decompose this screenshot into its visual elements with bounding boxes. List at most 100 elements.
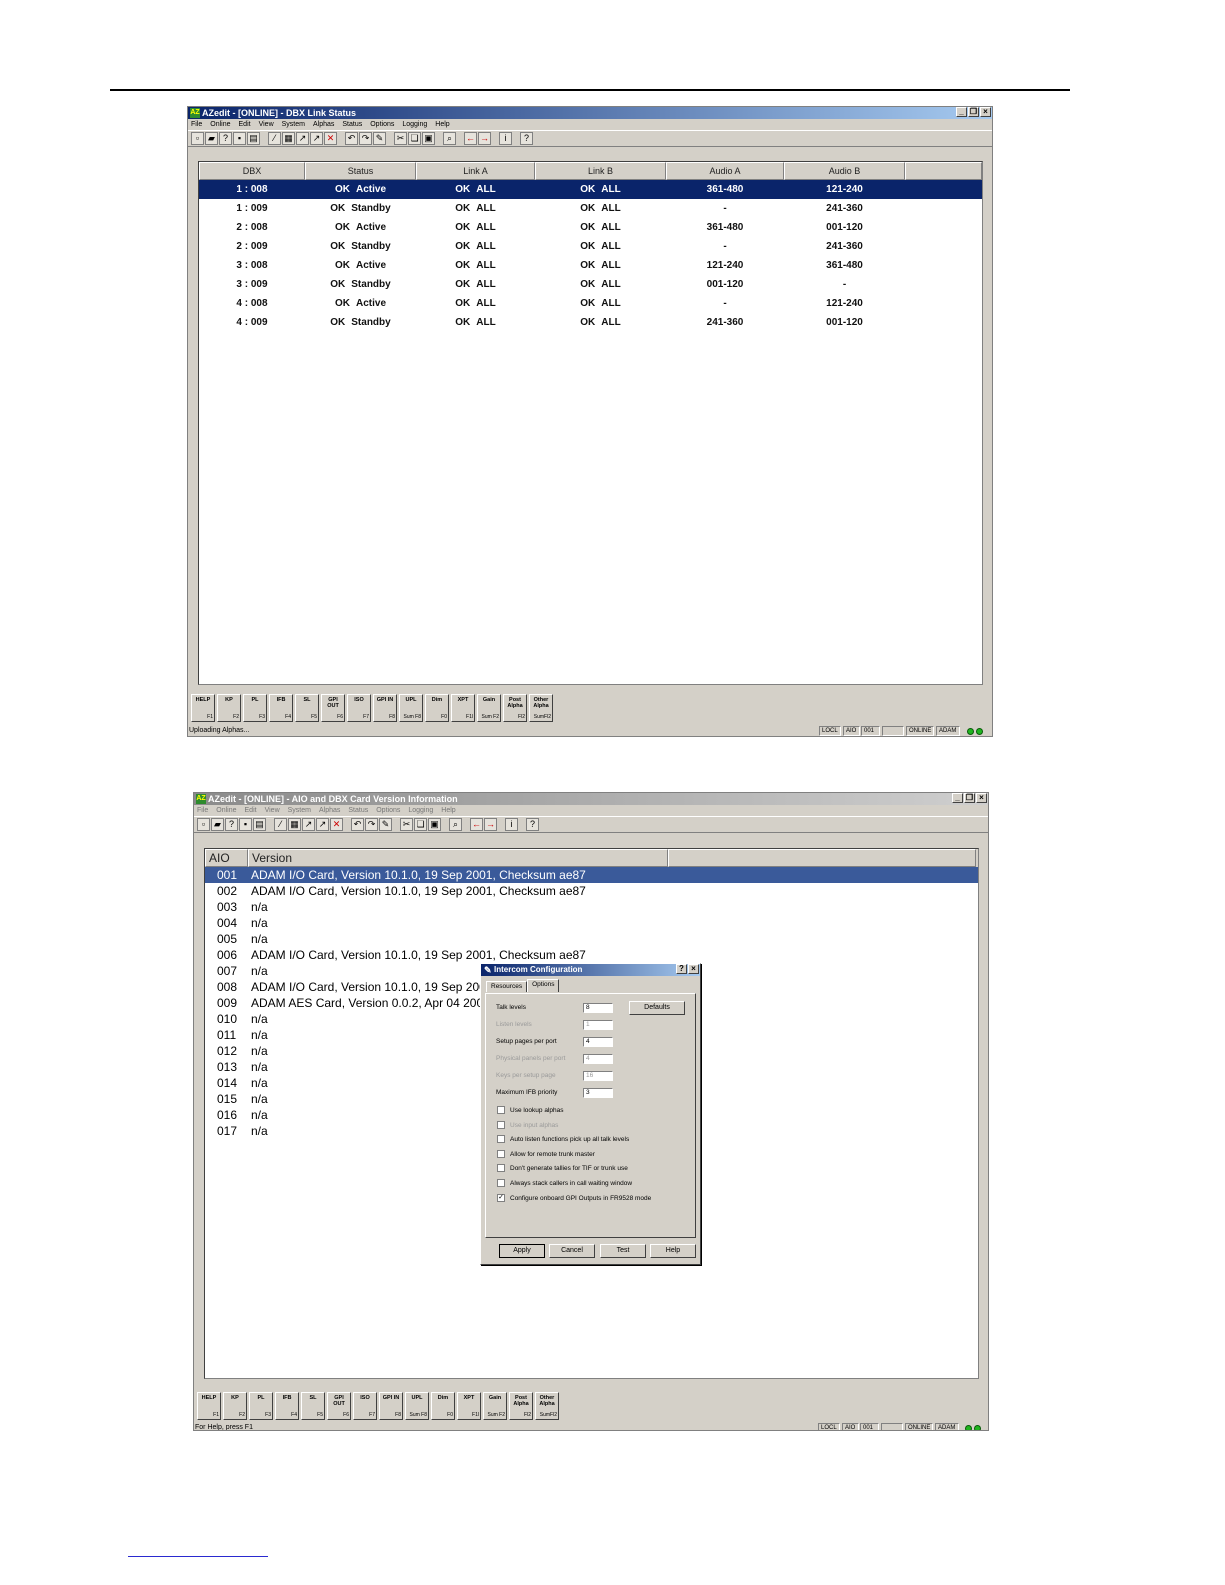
copy-icon[interactable]: ❏ [408,132,421,145]
save-icon[interactable]: ▪ [239,818,252,831]
function-key-button[interactable]: SL F5 [295,694,319,722]
arrow-up-right-icon[interactable]: ↗ [316,818,329,831]
export-icon[interactable]: ↗ [302,818,315,831]
arrow-right-icon[interactable]: → [484,818,497,831]
function-key-button[interactable]: Post Alpha Fl2 [509,1392,533,1420]
function-key-button[interactable]: GPI IN F8 [379,1392,403,1420]
close-icon[interactable]: × [980,107,991,117]
tab-resources[interactable]: Resources [486,981,528,992]
restore-icon[interactable]: ❐ [964,793,975,803]
function-key-button[interactable]: Gain Sum F2 [483,1392,507,1420]
save-icon[interactable]: ▪ [233,132,246,145]
menu-system[interactable]: System [288,805,311,816]
max-ifb-priority-field[interactable]: 3 [583,1088,613,1098]
paste-icon[interactable]: ▣ [428,818,441,831]
arrow-right-icon[interactable]: → [478,132,491,145]
help-button[interactable]: Help [650,1244,696,1258]
table-row[interactable]: 001 ADAM I/O Card, Version 10.1.0, 19 Sep… [205,867,978,883]
function-key-button[interactable]: XPT F1l [457,1392,481,1420]
wand-icon[interactable]: ⁄ [268,132,281,145]
function-key-button[interactable]: PL F3 [243,694,267,722]
info-icon[interactable]: i [499,132,512,145]
use-lookup-alphas-checkbox[interactable]: Use lookup alphas [497,1106,563,1115]
table-row[interactable]: 2 : 009 OK Standby OK ALL OK ALL - 241-360 [199,237,982,256]
copy-window-icon[interactable]: ▦ [288,818,301,831]
function-key-button[interactable]: Post Alpha Fl2 [503,694,527,722]
arrow-up-right-icon[interactable]: ↗ [310,132,323,145]
column-header-dbx[interactable]: DBX [199,162,305,180]
export-icon[interactable]: ↗ [296,132,309,145]
undo-icon[interactable]: ↶ [345,132,358,145]
menu-help[interactable]: Help [435,119,449,130]
cut-icon[interactable]: ✂ [394,132,407,145]
info-icon[interactable]: i [505,818,518,831]
function-key-button[interactable]: GPI IN F8 [373,694,397,722]
function-key-button[interactable]: Other Alpha SumFl2 [529,694,553,722]
checkbox-box[interactable] [497,1135,505,1143]
table-row[interactable]: 3 : 008 OK Active OK ALL OK ALL 121-240 361-480 [199,256,982,275]
stack-callers-checkbox[interactable]: Always stack callers in call waiting win… [497,1179,632,1188]
menu-view[interactable]: View [265,805,280,816]
table-row[interactable]: 4 : 009 OK Standby OK ALL OK ALL 241-360 001-120 [199,313,982,332]
menu-online[interactable]: Online [210,119,230,130]
search-icon[interactable]: ⌕ [449,818,462,831]
cut-icon[interactable]: ✂ [400,818,413,831]
setup-pages-field[interactable]: 4 [583,1037,613,1047]
properties-icon[interactable]: ? [225,818,238,831]
table-row[interactable]: 1 : 009 OK Standby OK ALL OK ALL - 241-360 [199,199,982,218]
menu-online[interactable]: Online [216,805,236,816]
menu-logging[interactable]: Logging [402,119,427,130]
arrow-left-icon[interactable]: ← [470,818,483,831]
gpi-fr9528-checkbox[interactable]: ✓ Configure onboard GPI Outputs in FR9528… [497,1194,651,1203]
restore-icon[interactable]: ❐ [968,107,979,117]
close-icon[interactable]: × [976,793,987,803]
checkbox-box[interactable]: ✓ [497,1194,505,1202]
redo-icon[interactable]: ↷ [359,132,372,145]
function-key-button[interactable]: ISO F7 [347,694,371,722]
table-row[interactable]: 1 : 008 OK Active OK ALL OK ALL 361-480 121-240 [199,180,982,199]
column-header-status[interactable]: Status [305,162,416,180]
print-icon[interactable]: ▤ [253,818,266,831]
redo-icon[interactable]: ↷ [365,818,378,831]
new-file-icon[interactable]: ▫ [197,818,210,831]
pencil-icon[interactable]: ✎ [373,132,386,145]
test-button[interactable]: Test [600,1244,646,1258]
menu-options[interactable]: Options [370,119,394,130]
table-row[interactable]: 003 n/a [205,899,978,915]
function-key-button[interactable]: XPT F1l [451,694,475,722]
properties-icon[interactable]: ? [219,132,232,145]
undo-icon[interactable]: ↶ [351,818,364,831]
open-folder-icon[interactable]: ▰ [211,818,224,831]
open-folder-icon[interactable]: ▰ [205,132,218,145]
function-key-button[interactable]: IFB F4 [269,694,293,722]
menu-edit[interactable]: Edit [239,119,251,130]
minimize-icon[interactable]: _ [952,793,963,803]
menu-system[interactable]: System [282,119,305,130]
function-key-button[interactable]: Dim F0 [431,1392,455,1420]
checkbox-box[interactable] [497,1179,505,1187]
menu-alphas[interactable]: Alphas [319,805,340,816]
function-key-button[interactable]: Gain Sum F2 [477,694,501,722]
defaults-button[interactable]: Defaults [629,1001,685,1015]
function-key-button[interactable]: Dim F0 [425,694,449,722]
checkbox-box[interactable] [497,1164,505,1172]
checkbox-box[interactable] [497,1106,505,1114]
function-key-button[interactable]: PL F3 [249,1392,273,1420]
function-key-button[interactable]: HELP F1 [191,694,215,722]
function-key-button[interactable]: UPL Sum F8 [405,1392,429,1420]
help-pointer-icon[interactable]: ? [520,132,533,145]
column-header-link-b[interactable]: Link B [535,162,666,180]
function-key-button[interactable]: IFB F4 [275,1392,299,1420]
print-icon[interactable]: ▤ [247,132,260,145]
apply-button[interactable]: Apply [499,1244,545,1258]
search-icon[interactable]: ⌕ [443,132,456,145]
title-bar[interactable]: AZ AZedit - [ONLINE] - AIO and DBX Card … [194,793,988,805]
help-pointer-icon[interactable]: ? [526,818,539,831]
copy-window-icon[interactable]: ▦ [282,132,295,145]
delete-icon[interactable]: ✕ [330,818,343,831]
function-key-button[interactable]: SL F5 [301,1392,325,1420]
table-row[interactable]: 004 n/a [205,915,978,931]
column-header-audio-b[interactable]: Audio B [784,162,905,180]
table-row[interactable]: 2 : 008 OK Active OK ALL OK ALL 361-480 001-120 [199,218,982,237]
column-header-audio-a[interactable]: Audio A [666,162,784,180]
